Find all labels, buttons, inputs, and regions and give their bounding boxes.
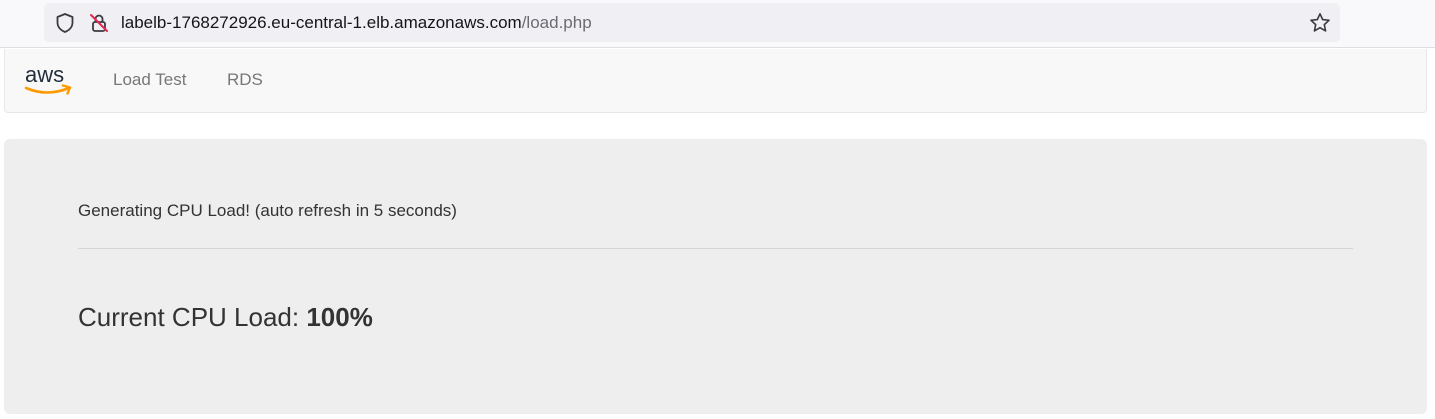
nav-link-load-test[interactable]: Load Test — [113, 70, 186, 90]
url-path: /load.php — [521, 13, 592, 32]
aws-logo[interactable]: aws — [23, 62, 77, 99]
nav-link-rds[interactable]: RDS — [227, 70, 263, 90]
cpu-load-value: 100% — [306, 302, 373, 332]
shield-icon[interactable] — [54, 12, 76, 34]
divider — [78, 248, 1353, 249]
navbar: aws Load Test RDS — [4, 49, 1427, 113]
star-icon[interactable] — [1308, 11, 1332, 35]
cpu-load-label: Current CPU Load: — [78, 302, 307, 332]
load-status-text: Generating CPU Load! (auto refresh in 5 … — [78, 201, 457, 220]
jumbotron: Generating CPU Load! (auto refresh in 5 … — [4, 139, 1427, 414]
url-host: labelb-1768272926.eu-central-1.elb.amazo… — [121, 13, 522, 32]
address-bar[interactable]: labelb-1768272926.eu-central-1.elb.amazo… — [44, 3, 1340, 42]
lock-slash-icon[interactable] — [88, 12, 110, 34]
cpu-load-line: Current CPU Load: 100% — [78, 302, 373, 332]
url-text[interactable]: labelb-1768272926.eu-central-1.elb.amazo… — [121, 13, 592, 33]
logo-text: aws — [25, 63, 64, 87]
browser-toolbar: labelb-1768272926.eu-central-1.elb.amazo… — [0, 0, 1435, 48]
